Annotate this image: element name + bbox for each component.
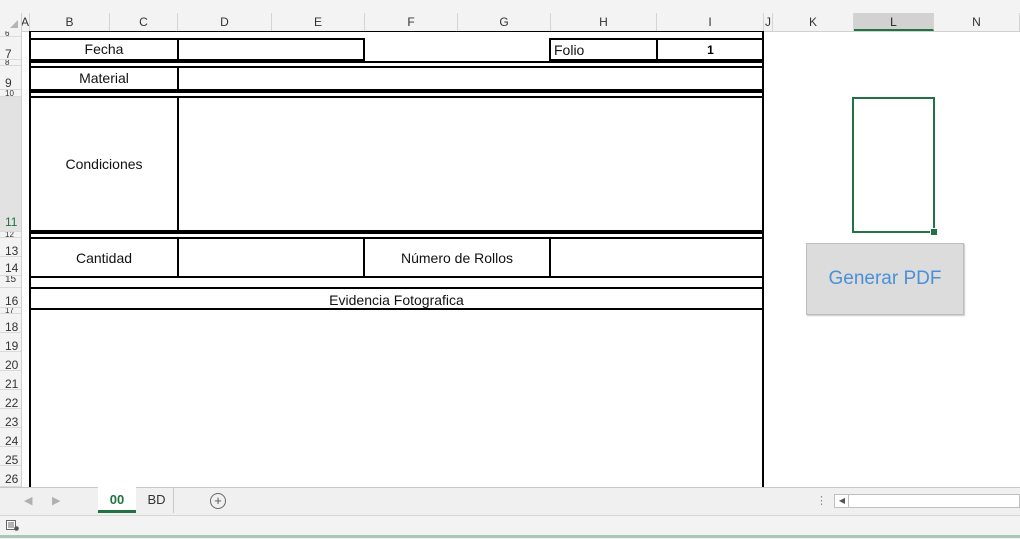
row-header-9[interactable]: 9	[0, 66, 21, 90]
column-header-b[interactable]: B	[30, 13, 110, 31]
row-header-bar: 6 7 8 9 10 11 12 13 14 15 16 17 18 19 20…	[0, 31, 22, 487]
row12-separator	[29, 232, 764, 234]
folio-value[interactable]: 1	[659, 43, 762, 57]
form-top-border	[29, 31, 764, 32]
evidencia-label: Evidencia Fotografica	[329, 292, 464, 308]
row-header-24[interactable]: 24	[0, 428, 21, 447]
column-header-j[interactable]: J	[764, 13, 773, 31]
fecha-input[interactable]	[180, 40, 363, 59]
macro-status-icon[interactable]	[6, 520, 19, 531]
row-header-15[interactable]: 15	[0, 276, 21, 288]
material-input[interactable]	[180, 68, 760, 89]
material-divider	[177, 66, 179, 91]
row15-separator	[29, 287, 764, 289]
tab-scroll-splitter-icon[interactable]: ⋮	[816, 494, 827, 507]
sheet-tab-00[interactable]: 00	[98, 487, 136, 513]
row-header-11[interactable]: 11	[0, 97, 21, 232]
column-header-f[interactable]: F	[365, 13, 458, 31]
column-header-bar: A B C D E F G H I J K L M N	[0, 13, 1020, 32]
row-header-20[interactable]: 20	[0, 352, 21, 371]
selected-cell-l11[interactable]	[852, 97, 935, 233]
folio-label: Folio	[554, 42, 585, 58]
scroll-left-icon[interactable]: ◀	[836, 495, 849, 507]
row-header-16[interactable]: 16	[0, 288, 21, 308]
cantidad-label: Cantidad	[75, 250, 133, 266]
rollos-input[interactable]	[552, 240, 760, 276]
folio-divider	[656, 38, 658, 61]
sheet-nav-left-icon[interactable]: ◀	[24, 494, 32, 507]
column-header-k[interactable]: K	[773, 13, 854, 31]
sheet-tab-bd[interactable]: BD	[140, 487, 174, 513]
column-header-i[interactable]: I	[657, 13, 764, 31]
condiciones-divider	[177, 96, 179, 232]
column-header-c[interactable]: C	[110, 13, 178, 31]
row-header-18[interactable]: 18	[0, 314, 21, 333]
sheet-nav-right-icon[interactable]: ▶	[52, 494, 60, 507]
cantidad-input[interactable]	[180, 240, 361, 276]
row-header-19[interactable]: 19	[0, 333, 21, 352]
generar-pdf-button[interactable]: Generar PDF	[806, 243, 964, 315]
select-all-triangle-icon	[10, 20, 18, 28]
row-header-7[interactable]: 7	[0, 37, 21, 60]
row-header-14[interactable]: 14	[0, 257, 21, 276]
condiciones-label: Condiciones	[65, 156, 143, 172]
row-header-23[interactable]: 23	[0, 409, 21, 428]
column-header-g[interactable]: G	[458, 13, 551, 31]
formula-area-strip	[0, 0, 1020, 14]
evidencia-photo-area[interactable]	[31, 311, 762, 487]
evidencia-top-border	[29, 308, 764, 310]
fill-handle[interactable]	[930, 228, 938, 236]
column-header-h[interactable]: H	[551, 13, 657, 31]
row10-separator	[29, 91, 764, 93]
row-header-21[interactable]: 21	[0, 371, 21, 390]
row8-separator	[29, 61, 764, 63]
row-header-22[interactable]: 22	[0, 390, 21, 409]
fecha-label: Fecha	[84, 41, 124, 57]
fecha-divider	[177, 38, 179, 61]
column-header-l[interactable]: L	[854, 13, 934, 31]
material-label: Material	[79, 70, 129, 86]
column-header-e[interactable]: E	[272, 13, 365, 31]
condiciones-input[interactable]	[180, 98, 760, 230]
cantidad-divider	[177, 237, 179, 278]
row-header-26[interactable]: 26	[0, 466, 21, 487]
column-header-n[interactable]: N	[934, 13, 1020, 31]
row-header-10[interactable]: 10	[0, 90, 21, 97]
rollos-label: Número de Rollos	[400, 250, 514, 266]
row-header-13[interactable]: 13	[0, 238, 21, 257]
horizontal-scrollbar[interactable]	[834, 494, 1020, 508]
rollos-right-divider	[549, 237, 551, 278]
column-header-a[interactable]: A	[21, 13, 30, 31]
add-sheet-icon[interactable]: +	[210, 493, 226, 509]
row-header-25[interactable]: 25	[0, 447, 21, 466]
column-header-d[interactable]: D	[178, 13, 272, 31]
